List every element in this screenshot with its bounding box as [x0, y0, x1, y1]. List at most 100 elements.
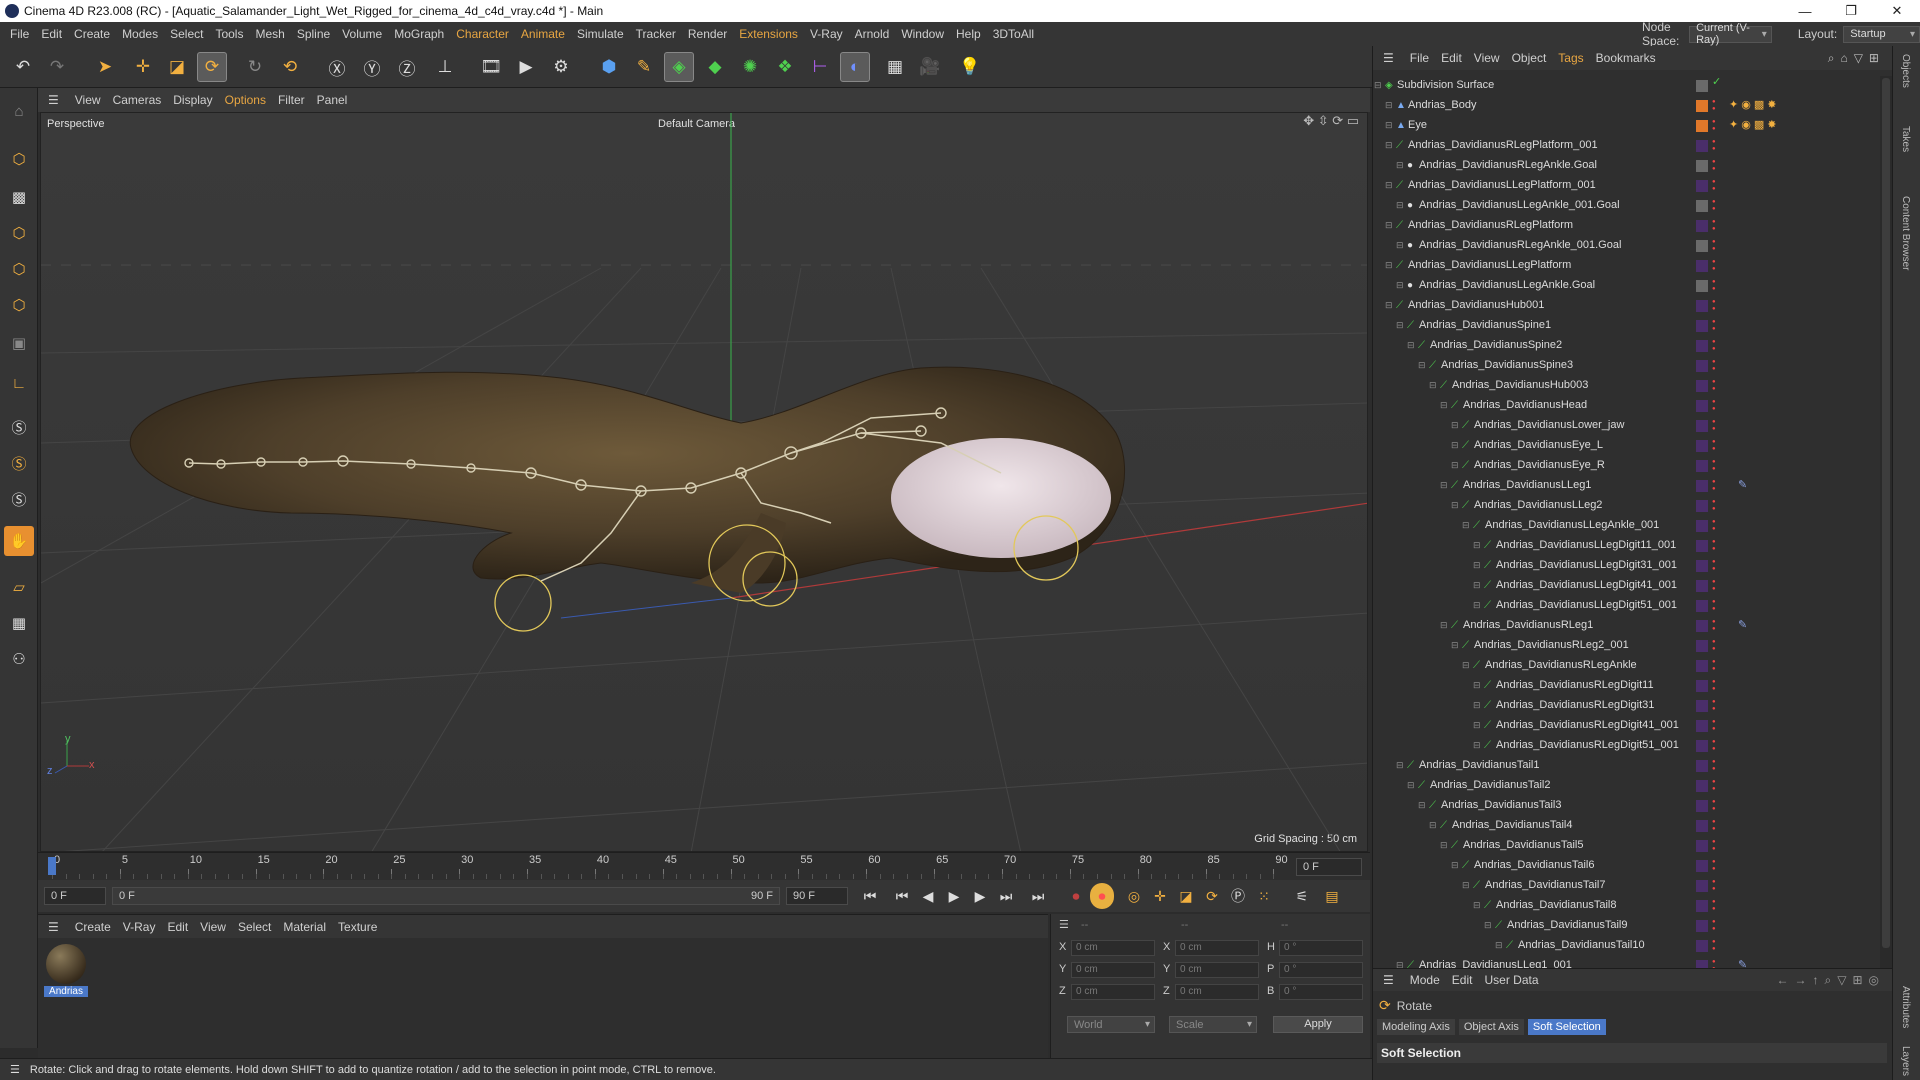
visibility-dots-icon[interactable]: ●● — [1712, 359, 1716, 373]
expand-toggle-icon[interactable]: ⊟ — [1451, 421, 1459, 430]
layer-color-swatch[interactable] — [1696, 400, 1708, 412]
object-row[interactable]: ⊟ ⟋ Andrias_DavidianusLLegDigit41_001 ● ● — [1373, 576, 1881, 596]
coord-field[interactable]: 0 cm — [1071, 984, 1155, 1000]
material-menu-material[interactable]: Material — [277, 920, 332, 934]
visibility-dots-icon[interactable]: ●● — [1712, 259, 1716, 273]
layer-color-swatch[interactable] — [1696, 100, 1708, 112]
cube-icon[interactable]: ⬢ — [594, 52, 624, 82]
menu-animate[interactable]: Animate — [515, 27, 571, 41]
object-menu-object[interactable]: Object — [1506, 51, 1553, 65]
object-row[interactable]: ⊟ ⟋ Andrias_DavidianusTail3 ● ● — [1373, 796, 1881, 816]
visibility-dots-icon[interactable]: ●● — [1712, 659, 1716, 673]
expand-toggle-icon[interactable]: ⊟ — [1451, 501, 1459, 510]
object-row[interactable]: ⊟ ▲ Eye ● ● ✦◉▩✸ — [1373, 116, 1881, 136]
menu-mesh[interactable]: Mesh — [249, 27, 290, 41]
layer-color-swatch[interactable] — [1696, 540, 1708, 552]
layer-color-swatch[interactable] — [1696, 920, 1708, 932]
attr-tab-object-axis[interactable]: Object Axis — [1458, 1019, 1524, 1035]
layer-color-swatch[interactable] — [1696, 460, 1708, 472]
menu-3dtoall[interactable]: 3DToAll — [987, 27, 1040, 41]
expand-toggle-icon[interactable]: ⊟ — [1473, 601, 1481, 610]
menu-select[interactable]: Select — [164, 27, 209, 41]
viewport-solo-icon[interactable]: ▦ — [4, 608, 34, 638]
expand-toggle-icon[interactable]: ⊟ — [1473, 721, 1481, 730]
motion-settings-icon[interactable]: ⚟ — [1290, 883, 1314, 909]
layer-color-swatch[interactable] — [1696, 340, 1708, 352]
visibility-dots-icon[interactable]: ●● — [1712, 879, 1716, 893]
layer-color-swatch[interactable] — [1696, 180, 1708, 192]
layer-color-swatch[interactable] — [1696, 740, 1708, 752]
layer-color-swatch[interactable] — [1696, 480, 1708, 492]
visibility-dots-icon[interactable]: ●● — [1712, 279, 1716, 293]
expand-toggle-icon[interactable]: ⊟ — [1429, 381, 1437, 390]
object-row[interactable]: ⊟ ⟋ Andrias_DavidianusTail9 ● ● — [1373, 916, 1881, 936]
layer-color-swatch[interactable] — [1696, 280, 1708, 292]
visibility-dots-icon[interactable]: ●● — [1712, 539, 1716, 553]
object-tags-icons[interactable]: ✦◉▩✸ — [1729, 118, 1779, 131]
expand-toggle-icon[interactable]: ⊟ — [1473, 581, 1481, 590]
expand-toggle-icon[interactable]: ⊟ — [1462, 881, 1470, 890]
object-row[interactable]: ⊟ ● Andrias_DavidianusRLegAnkle_001.Goal ● ● — [1373, 236, 1881, 256]
object-row[interactable]: ⊟ ⟋ Andrias_DavidianusEye_R ● ● — [1373, 456, 1881, 476]
ik-tag-icon[interactable]: ✎ — [1738, 618, 1747, 631]
object-row[interactable]: ⊟ ⟋ Andrias_DavidianusLLegPlatform ● ● — [1373, 256, 1881, 276]
uv-mode-icon[interactable]: ▣ — [4, 328, 34, 358]
layer-color-swatch[interactable] — [1696, 940, 1708, 952]
visibility-dots-icon[interactable]: ●● — [1712, 239, 1716, 253]
expand-toggle-icon[interactable]: ⊟ — [1484, 921, 1492, 930]
visibility-dots-icon[interactable]: ●● — [1712, 219, 1716, 233]
expand-toggle-icon[interactable]: ⊟ — [1407, 781, 1415, 790]
grid-plane-icon[interactable]: ▱ — [4, 572, 34, 602]
render-settings-icon[interactable]: ⚙ — [546, 52, 576, 82]
expand-toggle-icon[interactable]: ⊟ — [1429, 821, 1437, 830]
object-row[interactable]: ⊟ ● Andrias_DavidianusRLegAnkle.Goal ● ● — [1373, 156, 1881, 176]
coord-field[interactable]: 0 ° — [1279, 940, 1363, 956]
menu-character[interactable]: Character — [450, 27, 515, 41]
soft-selection-section[interactable]: Soft Selection — [1377, 1043, 1887, 1063]
menu-tracker[interactable]: Tracker — [630, 27, 682, 41]
object-row[interactable]: ⊟ ▲ Andrias_Body ● ● ✦◉▩✸ — [1373, 96, 1881, 116]
visibility-dots-icon[interactable]: ●● — [1712, 519, 1716, 533]
key-scale-icon[interactable]: ◪ — [1174, 883, 1198, 909]
layer-color-swatch[interactable] — [1696, 620, 1708, 632]
menu-help[interactable]: Help — [950, 27, 987, 41]
close-button[interactable]: ✕ — [1874, 0, 1920, 22]
expand-toggle-icon[interactable]: ⊟ — [1473, 701, 1481, 710]
object-row[interactable]: ⊟ ● Andrias_DavidianusLLegAnkle.Goal ● ● — [1373, 276, 1881, 296]
node-space-dropdown[interactable]: Current (V-Ray) — [1689, 22, 1772, 46]
menu-edit[interactable]: Edit — [35, 27, 68, 41]
expand-toggle-icon[interactable]: ⊟ — [1396, 961, 1404, 969]
object-row[interactable]: ⊟ ⟋ Andrias_DavidianusEye_L ● ● — [1373, 436, 1881, 456]
menu-spline[interactable]: Spline — [291, 27, 336, 41]
layer-color-swatch[interactable] — [1696, 520, 1708, 532]
expand-toggle-icon[interactable]: ⊟ — [1396, 281, 1404, 290]
go-to-start-icon[interactable]: ⏮ — [858, 883, 882, 909]
layer-color-swatch[interactable] — [1696, 300, 1708, 312]
scale-icon[interactable]: ◪ — [162, 52, 192, 82]
ik-tag-icon[interactable]: ✎ — [1738, 958, 1747, 968]
object-row[interactable]: ⊟ ⟋ Andrias_DavidianusRLegDigit11 ● ● — [1373, 676, 1881, 696]
object-row[interactable]: ⊟ ⟋ Andrias_DavidianusTail10 ● ● — [1373, 936, 1881, 956]
layer-color-swatch[interactable] — [1696, 660, 1708, 672]
object-row[interactable]: ⊟ ⟋ Andrias_DavidianusRLegPlatform_001 ● ● — [1373, 136, 1881, 156]
layer-color-swatch[interactable] — [1696, 80, 1708, 92]
visibility-dots-icon[interactable]: ●● — [1712, 859, 1716, 873]
object-menu-view[interactable]: View — [1468, 51, 1506, 65]
visibility-dots-icon[interactable]: ●● — [1712, 799, 1716, 813]
object-row[interactable]: ⊟ ⟋ Andrias_DavidianusSpine3 ● ● — [1373, 356, 1881, 376]
object-row[interactable]: ⊟ ⟋ Andrias_DavidianusRLegDigit31 ● ● — [1373, 696, 1881, 716]
expand-toggle-icon[interactable]: ⊟ — [1385, 141, 1393, 150]
expand-toggle-icon[interactable]: ⊟ — [1451, 861, 1459, 870]
layer-color-swatch[interactable] — [1696, 640, 1708, 652]
layer-color-swatch[interactable] — [1696, 360, 1708, 372]
layer-color-swatch[interactable] — [1696, 860, 1708, 872]
visibility-dots-icon[interactable]: ●● — [1712, 899, 1716, 913]
layer-color-swatch[interactable] — [1696, 820, 1708, 832]
visibility-dots-icon[interactable]: ●● — [1712, 739, 1716, 753]
layer-color-swatch[interactable] — [1696, 420, 1708, 432]
object-menu-icon[interactable]: ☰ — [1373, 51, 1404, 65]
visibility-dots-icon[interactable]: ●● — [1712, 499, 1716, 513]
coord-field[interactable]: 0 cm — [1175, 940, 1259, 956]
attribute-menu-edit[interactable]: Edit — [1446, 973, 1479, 987]
layer-color-swatch[interactable] — [1696, 580, 1708, 592]
